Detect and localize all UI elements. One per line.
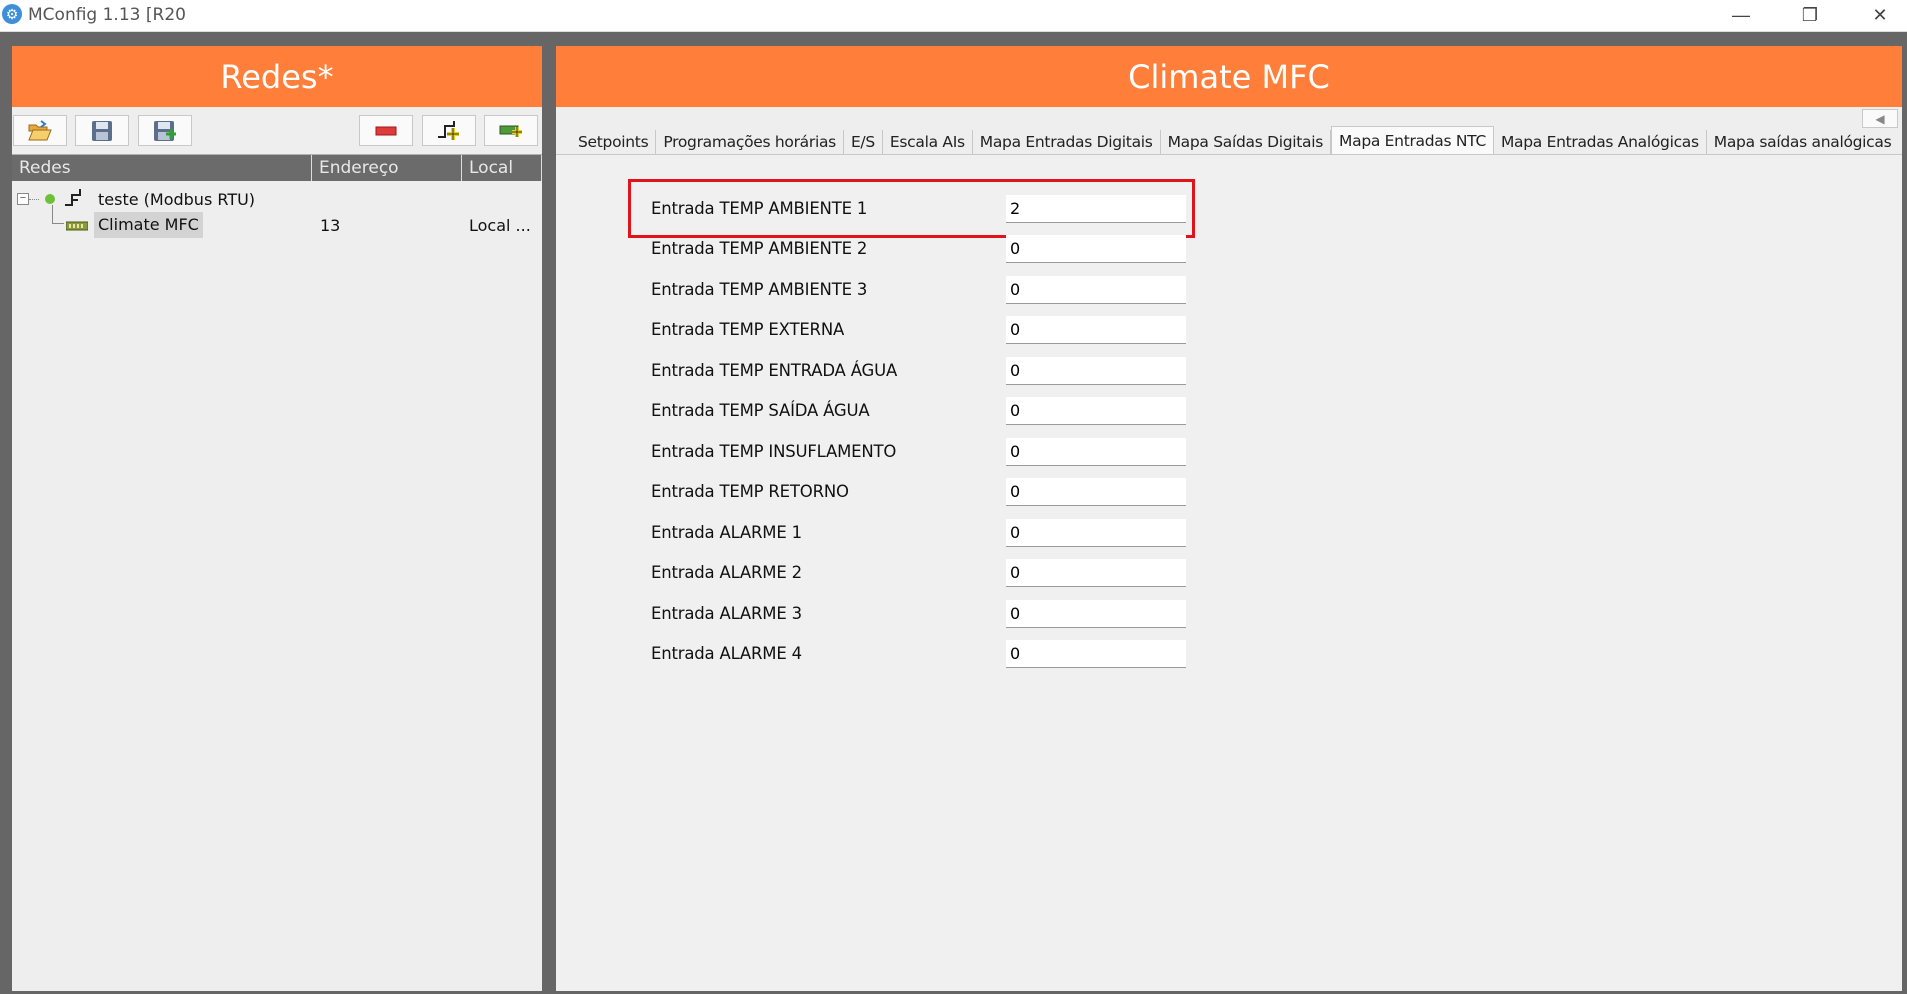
tree-device-item[interactable]: Climate MFC bbox=[94, 212, 203, 238]
remove-button[interactable] bbox=[359, 115, 413, 146]
field-label: Entrada TEMP EXTERNA bbox=[651, 320, 845, 339]
tree-connector bbox=[52, 223, 64, 224]
column-header-redes[interactable]: Redes bbox=[12, 155, 312, 181]
tab-mapa-saidas-digitais[interactable]: Mapa Saídas Digitais bbox=[1161, 130, 1332, 154]
open-button[interactable] bbox=[13, 115, 67, 146]
field-input-alarme-3[interactable] bbox=[1006, 600, 1186, 628]
network-add-icon bbox=[438, 120, 459, 140]
tree-connector bbox=[52, 205, 53, 223]
networks-tree: Redes Endereço Local − teste (Modbus RTU… bbox=[12, 154, 542, 991]
networks-panel: Redes* Redes Endereço Local − teste (Mod… bbox=[12, 46, 542, 991]
status-online-icon bbox=[45, 194, 55, 204]
save-button[interactable] bbox=[75, 115, 129, 146]
field-input-temp-ambiente-3[interactable] bbox=[1006, 276, 1186, 304]
tab-mapa-entradas-analogicas[interactable]: Mapa Entradas Analógicas bbox=[1494, 130, 1707, 154]
network-icon bbox=[65, 189, 81, 206]
tab-mapa-saidas-analogicas[interactable]: Mapa saídas analógicas bbox=[1707, 130, 1899, 154]
device-address: 13 bbox=[320, 216, 341, 235]
field-input-temp-saida-agua[interactable] bbox=[1006, 397, 1186, 425]
field-input-alarme-4[interactable] bbox=[1006, 640, 1186, 668]
field-label: Entrada TEMP AMBIENTE 2 bbox=[651, 239, 868, 258]
app-gear-icon: ⚙ bbox=[2, 4, 22, 24]
field-label: Entrada ALARME 2 bbox=[651, 563, 802, 582]
floppy-disk-add-icon bbox=[154, 120, 176, 141]
close-icon[interactable]: ✕ bbox=[1850, 0, 1907, 31]
ntc-map-form: Entrada TEMP AMBIENTE 1 Entrada TEMP AMB… bbox=[556, 154, 1902, 991]
column-header-endereco[interactable]: Endereço bbox=[312, 155, 462, 181]
add-device-button[interactable] bbox=[484, 115, 538, 146]
restore-icon[interactable]: ❐ bbox=[1780, 0, 1840, 31]
tree-network-item[interactable]: teste (Modbus RTU) bbox=[98, 190, 255, 209]
tab-setpoints[interactable]: Setpoints bbox=[571, 130, 657, 154]
device-module-icon bbox=[66, 221, 88, 231]
title-bar: ⚙ MConfig 1.13 [R20 — ❐ ✕ bbox=[0, 0, 1907, 32]
field-label: Entrada TEMP AMBIENTE 1 bbox=[651, 199, 868, 218]
field-input-alarme-2[interactable] bbox=[1006, 559, 1186, 587]
field-input-temp-insuflamento[interactable] bbox=[1006, 438, 1186, 466]
add-network-button[interactable] bbox=[422, 115, 476, 146]
field-label: Entrada TEMP RETORNO bbox=[651, 482, 849, 501]
device-add-icon bbox=[499, 125, 522, 137]
collapse-toggle[interactable]: − bbox=[17, 193, 29, 205]
tab-programacoes-horarias[interactable]: Programações horárias bbox=[656, 130, 844, 154]
minus-icon bbox=[375, 126, 397, 135]
field-label: Entrada ALARME 4 bbox=[651, 644, 802, 663]
tab-scroll-left-icon[interactable]: ◀ bbox=[1862, 109, 1898, 128]
tree-connector bbox=[29, 199, 39, 200]
column-header-local[interactable]: Local bbox=[462, 155, 542, 181]
tab-es[interactable]: E/S bbox=[844, 130, 883, 154]
tab-escala-ais[interactable]: Escala AIs bbox=[883, 130, 973, 154]
device-panel: Climate MFC ◀ Setpoints Programações hor… bbox=[556, 46, 1902, 991]
field-label: Entrada ALARME 3 bbox=[651, 604, 802, 623]
field-label: Entrada ALARME 1 bbox=[651, 523, 802, 542]
minimize-icon[interactable]: — bbox=[1711, 0, 1771, 31]
networks-panel-title: Redes* bbox=[12, 46, 542, 107]
device-local: Local ... bbox=[469, 216, 531, 235]
field-input-temp-externa[interactable] bbox=[1006, 316, 1186, 344]
field-input-alarme-1[interactable] bbox=[1006, 519, 1186, 547]
tab-mapa-entradas-ntc[interactable]: Mapa Entradas NTC bbox=[1331, 126, 1494, 154]
tab-mapa-entradas-digitais[interactable]: Mapa Entradas Digitais bbox=[973, 130, 1161, 154]
field-label: Entrada TEMP AMBIENTE 3 bbox=[651, 280, 868, 299]
field-label: Entrada TEMP SAÍDA ÁGUA bbox=[651, 401, 870, 420]
device-panel-title: Climate MFC bbox=[556, 46, 1902, 107]
field-input-temp-entrada-agua[interactable] bbox=[1006, 357, 1186, 385]
field-input-temp-ambiente-2[interactable] bbox=[1006, 235, 1186, 263]
tab-bar: Setpoints Programações horárias E/S Esca… bbox=[571, 126, 1899, 154]
folder-open-icon bbox=[28, 119, 52, 140]
field-input-temp-ambiente-1[interactable] bbox=[1006, 195, 1186, 223]
field-label: Entrada TEMP ENTRADA ÁGUA bbox=[651, 361, 898, 380]
field-label: Entrada TEMP INSUFLAMENTO bbox=[651, 442, 897, 461]
save-as-button[interactable] bbox=[138, 115, 192, 146]
field-input-temp-retorno[interactable] bbox=[1006, 478, 1186, 506]
floppy-disk-icon bbox=[92, 120, 112, 141]
window-title: MConfig 1.13 [R20 bbox=[28, 5, 186, 25]
